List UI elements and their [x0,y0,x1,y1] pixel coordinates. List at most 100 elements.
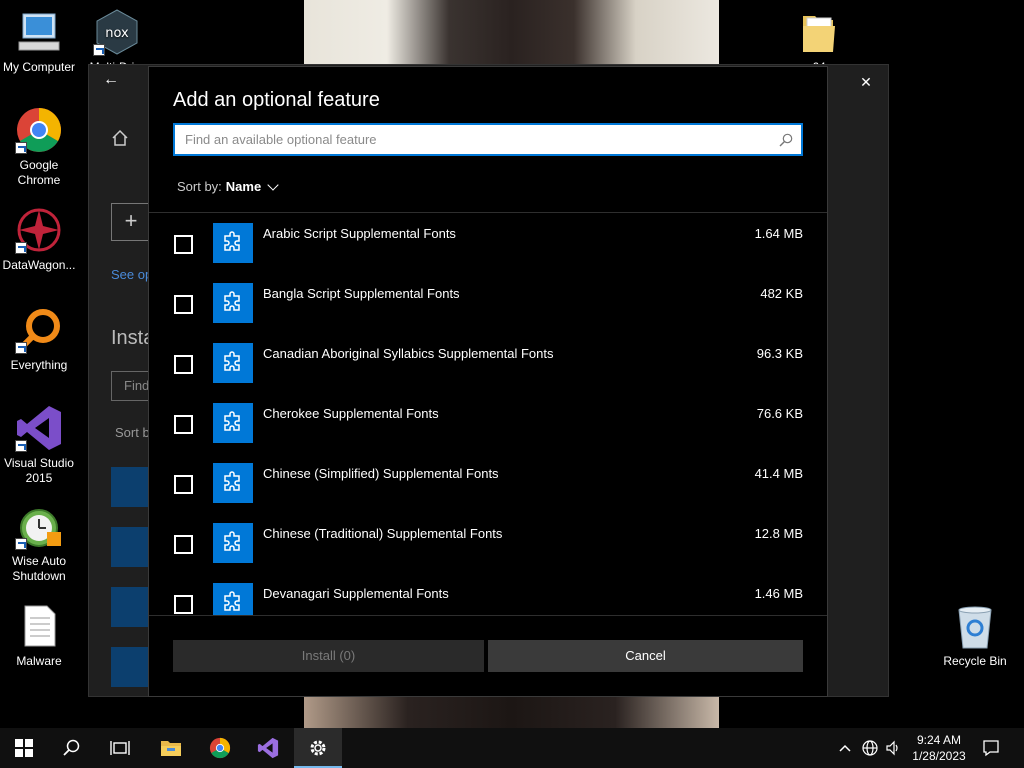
feature-size: 1.46 MB [754,586,803,601]
feature-size: 96.3 KB [756,346,803,361]
puzzle-icon [111,587,151,627]
desktop-icon-folder-64[interactable]: 64 [780,8,858,68]
datawagon-icon [15,206,63,254]
shortcut-arrow-icon [15,538,27,550]
sort-by-dropdown[interactable]: Sort by: Name [177,179,279,194]
feature-name: Chinese (Simplified) Supplemental Fonts [263,466,499,481]
puzzle-icon [111,527,151,567]
everything-search-icon [15,306,63,354]
network-icon[interactable] [862,728,880,768]
feature-name: Bangla Script Supplemental Fonts [263,286,460,301]
feature-row[interactable]: Chinese (Traditional) Supplemental Fonts… [149,513,827,573]
close-button[interactable]: ✕ [843,69,889,95]
visual-studio-icon [15,404,63,452]
feature-checkbox[interactable] [174,595,193,614]
shortcut-arrow-icon [15,242,27,254]
desktop-icon-label: DataWagon... [2,258,76,272]
feature-name: Devanagari Supplemental Fonts [263,586,449,601]
feature-name: Chinese (Traditional) Supplemental Fonts [263,526,503,541]
desktop-icon-label: Wise Auto Shutdown [11,554,67,583]
puzzle-icon [111,647,151,687]
desktop-icon-recycle-bin[interactable]: Recycle Bin [936,602,1014,669]
settings-taskbar-icon[interactable] [294,728,342,768]
recycle-bin-icon [951,602,999,650]
feature-row[interactable]: Canadian Aboriginal Syllabics Supplement… [149,333,827,393]
home-icon[interactable] [111,129,129,152]
add-optional-feature-dialog: Add an optional feature Sort by:Name Ara… [148,66,828,697]
svg-text:nox: nox [105,26,129,41]
shortcut-arrow-icon [15,142,27,154]
feature-size: 76.6 KB [756,406,803,421]
feature-search-box[interactable] [173,123,803,156]
divider [149,615,827,616]
feature-checkbox[interactable] [174,535,193,554]
desktop-icon-visual-studio[interactable]: Visual Studio 2015 [0,404,78,486]
chevron-up-icon[interactable] [838,728,856,768]
feature-row[interactable]: Bangla Script Supplemental Fonts 482 KB [149,273,827,333]
feature-list: Arabic Script Supplemental Fonts 1.64 MB… [149,213,827,615]
desktop-icon-malware[interactable]: Malware [0,602,78,669]
shortcut-arrow-icon [15,440,27,452]
see-optional-history-link[interactable]: See op [111,267,152,282]
desktop-icon-label: Malware [16,654,62,668]
wallpaper-photo [304,0,719,66]
desktop-icon-wise-auto-shutdown[interactable]: Wise Auto Shutdown [0,502,78,584]
search-icon[interactable] [779,133,793,147]
feature-checkbox[interactable] [174,295,193,314]
add-feature-button[interactable]: + [111,203,151,241]
desktop-icon-label: Google Chrome [17,158,61,187]
desktop-icon-label: Recycle Bin [943,654,1007,668]
clock-date: 1/28/2023 [912,749,966,763]
notification-icon[interactable] [982,728,1002,768]
desktop-icon-label: Everything [10,358,68,372]
puzzle-icon [111,467,151,507]
volume-icon[interactable] [885,728,903,768]
file-explorer-icon[interactable] [146,728,194,768]
desktop-icon-label: My Computer [2,60,76,74]
feature-checkbox[interactable] [174,475,193,494]
feature-checkbox[interactable] [174,415,193,434]
system-clock[interactable]: 9:24 AM 1/28/2023 [908,732,970,764]
shortcut-arrow-icon [15,342,27,354]
task-view-button[interactable] [96,728,144,768]
puzzle-icon [213,523,253,563]
puzzle-icon [213,283,253,323]
desktop-icon-google-chrome[interactable]: Google Chrome [0,106,78,188]
desktop-icon-label: Visual Studio 2015 [4,456,74,485]
feature-search-input[interactable] [175,125,801,154]
feature-row[interactable]: Chinese (Simplified) Supplemental Fonts … [149,453,827,513]
back-arrow-icon[interactable]: ← [103,71,123,91]
chrome-taskbar-icon[interactable] [196,728,244,768]
feature-size: 12.8 MB [754,526,803,541]
start-button[interactable] [0,728,48,768]
feature-row[interactable]: Devanagari Supplemental Fonts 1.46 MB [149,573,827,615]
install-button[interactable]: Install (0) [173,640,484,672]
feature-checkbox[interactable] [174,235,193,254]
alarm-clock-icon [15,502,63,550]
dialog-title: Add an optional feature [173,89,380,111]
desktop: My Computer nox Multi-Dri... Google Chro… [0,0,1024,728]
feature-row[interactable]: Arabic Script Supplemental Fonts 1.64 MB [149,213,827,273]
installed-sort-label[interactable]: Sort b [115,425,150,440]
feature-name: Arabic Script Supplemental Fonts [263,226,456,241]
nox-icon: nox [93,8,141,56]
folder-icon [795,8,843,56]
desktop-icon-datawagon[interactable]: DataWagon... [0,206,78,273]
feature-checkbox[interactable] [174,355,193,374]
chevron-down-icon [267,179,279,191]
desktop-icon-my-computer[interactable]: My Computer [0,8,78,75]
feature-row[interactable]: Cherokee Supplemental Fonts 76.6 KB [149,393,827,453]
cancel-button[interactable]: Cancel [488,640,803,672]
shortcut-arrow-icon [93,44,105,56]
desktop-icon-multi-drive[interactable]: nox Multi-Dri... [78,8,156,68]
visual-studio-taskbar-icon[interactable] [244,728,292,768]
feature-name: Canadian Aboriginal Syllabics Supplement… [263,346,554,361]
taskbar: 9:24 AM 1/28/2023 [0,728,1024,768]
desktop-icon-everything[interactable]: Everything [0,306,78,373]
puzzle-icon [213,463,253,503]
text-file-icon [15,602,63,650]
sort-by-label: Sort by: [177,179,222,194]
search-button[interactable] [48,728,96,768]
feature-size: 41.4 MB [754,466,803,481]
feature-size: 482 KB [760,286,803,301]
